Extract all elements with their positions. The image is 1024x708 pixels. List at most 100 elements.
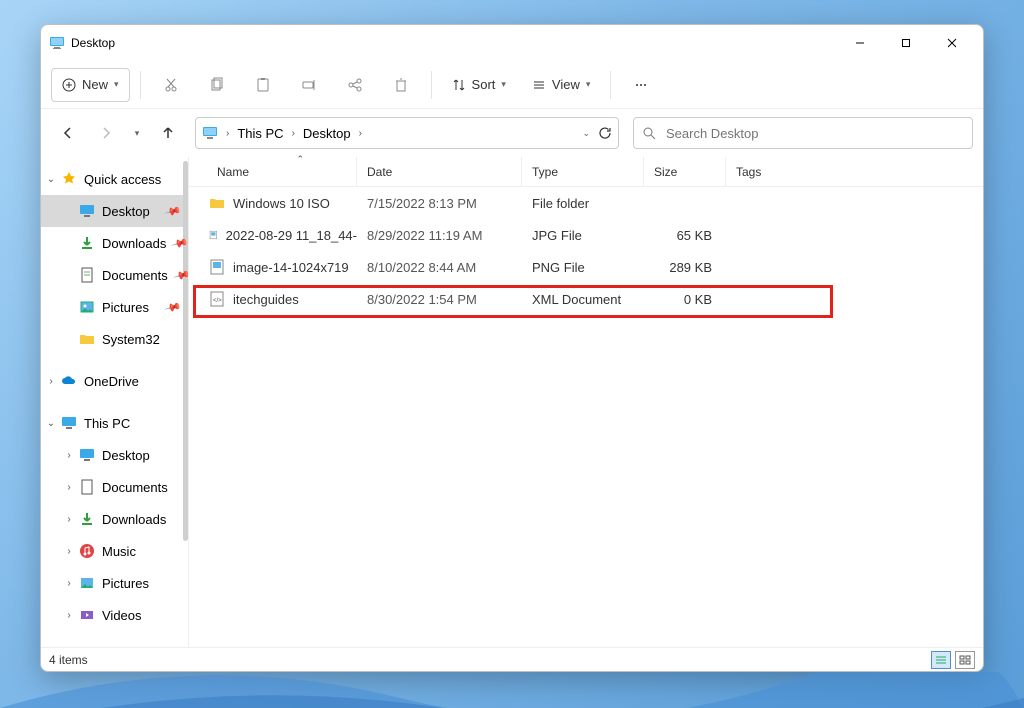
ellipsis-icon [633, 77, 649, 93]
sidebar-item-label: Documents [102, 268, 168, 283]
statusbar: 4 items [41, 647, 983, 671]
up-button[interactable] [151, 116, 185, 150]
share-button[interactable] [335, 68, 375, 102]
file-row[interactable]: Windows 10 ISO 7/15/2022 8:13 PM File fo… [189, 187, 983, 219]
search-input[interactable] [664, 125, 964, 142]
sidebar-item-pictures[interactable]: Pictures 📌 [41, 291, 188, 323]
file-name: itechguides [233, 292, 299, 307]
music-icon [79, 543, 95, 559]
desktop-icon [79, 447, 95, 463]
sidebar-item-label: This PC [84, 416, 130, 431]
nav-row: ▾ › This PC › Desktop › ⌄ [41, 109, 983, 157]
sidebar-item-documents[interactable]: Documents 📌 [41, 259, 188, 291]
refresh-icon[interactable] [598, 126, 612, 140]
scrollbar-thumb[interactable] [183, 161, 188, 541]
recent-button[interactable]: ▾ [127, 116, 147, 150]
maximize-button[interactable] [883, 27, 929, 59]
chevron-down-icon[interactable]: ⌄ [45, 418, 57, 429]
sidebar-item-system32[interactable]: System32 [41, 323, 188, 355]
sidebar-onedrive[interactable]: › OneDrive [41, 365, 188, 397]
breadcrumb-item[interactable]: Desktop [299, 124, 355, 143]
titlebar[interactable]: Desktop [41, 25, 983, 61]
sidebar-item-label: OneDrive [84, 374, 139, 389]
sidebar-pc-music[interactable]: › Music [41, 535, 188, 567]
sidebar-item-label: Desktop [102, 204, 150, 219]
file-size: 289 KB [644, 260, 726, 275]
sidebar-item-label: Downloads [102, 512, 166, 527]
chevron-right-icon[interactable]: › [63, 578, 75, 589]
monitor-icon [202, 125, 218, 141]
sidebar-item-label: Documents [102, 480, 168, 495]
address-bar[interactable]: › This PC › Desktop › ⌄ [195, 117, 619, 149]
document-icon [79, 479, 95, 495]
file-date: 7/15/2022 8:13 PM [357, 196, 522, 211]
details-view-button[interactable] [931, 651, 951, 669]
sidebar-item-downloads[interactable]: Downloads 📌 [41, 227, 188, 259]
delete-button[interactable] [381, 68, 421, 102]
chevron-down-icon: ▾ [114, 79, 119, 90]
search-box[interactable] [633, 117, 973, 149]
new-button[interactable]: New ▾ [51, 68, 130, 102]
forward-button[interactable] [89, 116, 123, 150]
sort-button[interactable]: Sort ▾ [442, 68, 516, 102]
sidebar-pc-documents[interactable]: › Documents [41, 471, 188, 503]
svg-text:</>: </> [213, 298, 222, 304]
file-type: XML Document [522, 292, 644, 307]
file-type: JPG File [522, 228, 644, 243]
icons-view-button[interactable] [955, 651, 975, 669]
close-button[interactable] [929, 27, 975, 59]
col-date[interactable]: Date [357, 157, 522, 186]
minimize-button[interactable] [837, 27, 883, 59]
chevron-right-icon[interactable]: › [63, 546, 75, 557]
rename-button[interactable] [289, 68, 329, 102]
copy-button[interactable] [197, 68, 237, 102]
monitor-icon [61, 415, 77, 431]
file-size: 65 KB [644, 228, 726, 243]
file-row[interactable]: image-14-1024x719 8/10/2022 8:44 AM PNG … [189, 251, 983, 283]
chevron-down-icon[interactable]: ⌄ [45, 174, 57, 185]
col-tags[interactable]: Tags [726, 157, 812, 186]
chevron-right-icon[interactable]: › [63, 610, 75, 621]
sidebar-item-desktop[interactable]: Desktop 📌 [41, 195, 188, 227]
more-button[interactable] [621, 68, 661, 102]
chevron-right-icon[interactable]: › [63, 450, 75, 461]
sidebar-item-label: Quick access [84, 172, 161, 187]
view-button[interactable]: View ▾ [522, 68, 600, 102]
pictures-icon [79, 299, 95, 315]
cut-button[interactable] [151, 68, 191, 102]
sidebar-item-label: System32 [102, 332, 160, 347]
chevron-down-icon[interactable]: ⌄ [582, 128, 590, 139]
arrow-left-icon [60, 125, 76, 141]
file-row[interactable]: </>itechguides 8/30/2022 1:54 PM XML Doc… [189, 283, 983, 315]
document-icon [79, 267, 95, 283]
chevron-right-icon: › [222, 128, 233, 139]
back-button[interactable] [51, 116, 85, 150]
divider [610, 71, 611, 99]
chevron-right-icon[interactable]: › [63, 482, 75, 493]
sidebar-pc-pictures[interactable]: › Pictures [41, 567, 188, 599]
sidebar-item-label: Downloads [102, 236, 166, 251]
chevron-right-icon: › [355, 128, 366, 139]
chevron-down-icon: ▾ [501, 79, 506, 90]
sidebar-pc-downloads[interactable]: › Downloads [41, 503, 188, 535]
sort-asc-icon: ⌃ [296, 154, 304, 165]
chevron-right-icon[interactable]: › [45, 376, 57, 387]
file-size: 0 KB [644, 292, 726, 307]
cloud-icon [61, 373, 77, 389]
paste-button[interactable] [243, 68, 283, 102]
sidebar-pc-videos[interactable]: › Videos [41, 599, 188, 631]
videos-icon [79, 607, 95, 623]
col-type[interactable]: Type [522, 157, 644, 186]
sidebar-quick-access[interactable]: ⌄ Quick access [41, 163, 188, 195]
col-name[interactable]: Name⌃ [207, 157, 357, 186]
chevron-right-icon[interactable]: › [63, 514, 75, 525]
divider [431, 71, 432, 99]
col-size[interactable]: Size [644, 157, 726, 186]
file-list: Windows 10 ISO 7/15/2022 8:13 PM File fo… [189, 187, 983, 647]
sidebar-this-pc[interactable]: ⌄ This PC [41, 407, 188, 439]
sidebar-pc-desktop[interactable]: › Desktop [41, 439, 188, 471]
plus-circle-icon [62, 78, 76, 92]
file-row[interactable]: 2022-08-29 11_18_44- 8/29/2022 11:19 AM … [189, 219, 983, 251]
breadcrumb-item[interactable]: This PC [233, 124, 287, 143]
sidebar-item-label: Videos [102, 608, 142, 623]
